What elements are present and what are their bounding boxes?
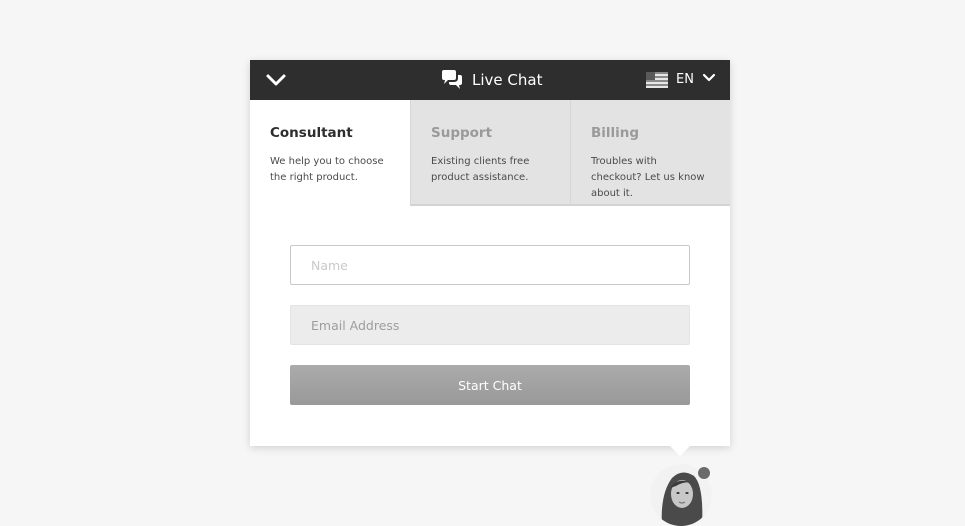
- tab-description: Existing clients free product assistance…: [431, 156, 530, 183]
- tab-description: We help you to choose the right product.: [270, 156, 384, 183]
- email-input[interactable]: [290, 305, 690, 345]
- widget-pointer: [670, 446, 690, 456]
- tab-billing[interactable]: Billing Troubles with checkout? Let us k…: [570, 100, 730, 206]
- tab-support[interactable]: Support Existing clients free product as…: [410, 100, 570, 206]
- tab-description: Troubles with checkout? Let us know abou…: [591, 156, 705, 199]
- tab-title: Support: [431, 125, 493, 141]
- tab-consultant[interactable]: Consultant We help you to choose the rig…: [250, 100, 410, 206]
- tab-title: Billing: [591, 125, 640, 141]
- language-selector[interactable]: EN: [646, 70, 716, 90]
- chevron-down-icon[interactable]: [264, 71, 288, 89]
- agent-status-indicator: [697, 466, 711, 480]
- language-label: EN: [676, 72, 694, 87]
- chat-title-group: Live Chat: [440, 69, 542, 91]
- chat-title: Live Chat: [472, 71, 543, 89]
- live-chat-widget: Live Chat EN Consultant We help you to c…: [250, 60, 730, 446]
- department-tabs: Consultant We help you to choose the rig…: [250, 100, 730, 206]
- chat-header: Live Chat EN: [250, 60, 730, 100]
- start-chat-button[interactable]: Start Chat: [290, 365, 690, 405]
- chat-bubbles-icon: [440, 69, 464, 91]
- tab-title: Consultant: [270, 125, 353, 141]
- chat-start-form: Start Chat: [290, 245, 690, 405]
- us-flag-icon: [646, 72, 669, 88]
- language-chevron-icon: [702, 70, 716, 90]
- name-input[interactable]: [290, 245, 690, 285]
